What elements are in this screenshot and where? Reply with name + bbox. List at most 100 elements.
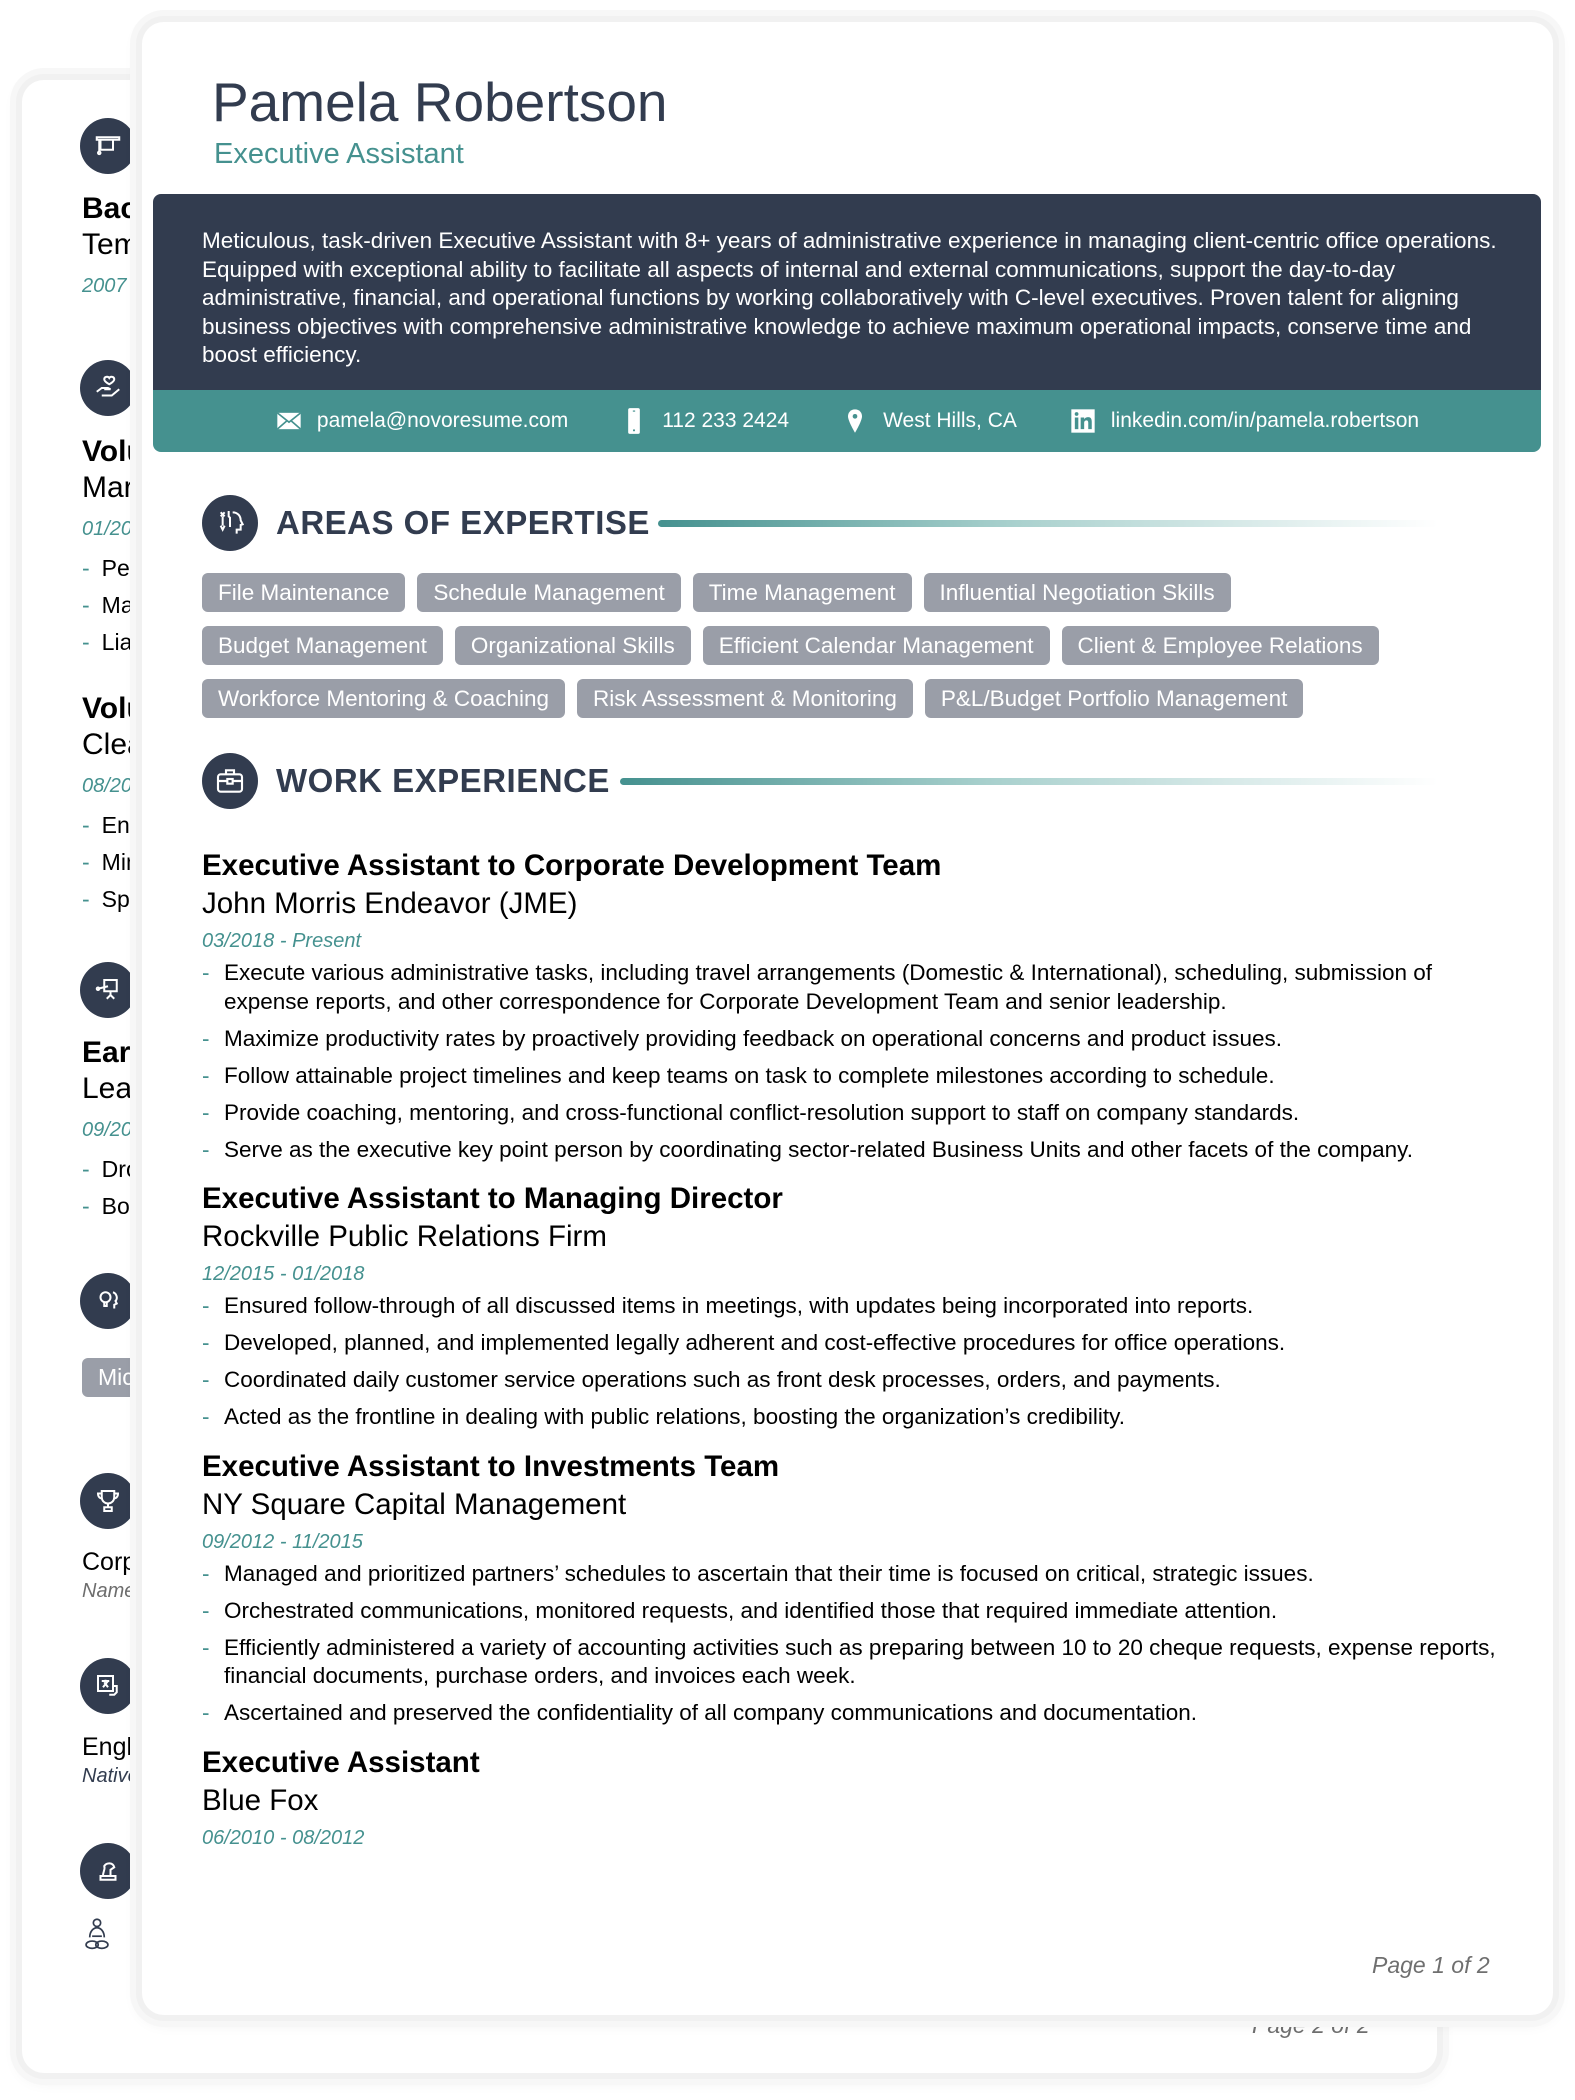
location-pin-icon <box>848 409 863 433</box>
graduation-cap-icon <box>80 118 136 174</box>
page-number: Page 2 of 2 <box>1252 2012 1370 2038</box>
job-bullet: - Provide coaching, mentoring, and cross-… <box>202 1099 1300 1125</box>
phone-icon <box>628 408 641 434</box>
job-bullet: - Execute various administrative tasks, i… <box>202 960 1433 1014</box>
envelope-icon <box>276 412 302 430</box>
skill-tag: Risk Assessment & Monitoring <box>577 679 913 718</box>
hand-heart-icon <box>80 360 136 416</box>
education-date: 2007 - <box>82 275 139 297</box>
job-bullet: - Developed, planned, and implemented leg… <box>202 1330 1286 1355</box>
job-bullet: - Serve as the executive key point person… <box>202 1136 1413 1162</box>
language-item: Englis <box>82 1733 151 1761</box>
job-company: Blue Fox <box>202 1783 319 1817</box>
volunteer-bullet: - Perf <box>82 555 144 581</box>
skill-tag: Workforce Mentoring & Coaching <box>202 679 565 718</box>
teaching-date: 09/20 <box>82 1119 133 1141</box>
candidate-name: Pamela Robertson <box>212 71 668 133</box>
skill-tag: Time Management <box>692 573 912 612</box>
volunteer-bullet: - Mai <box>82 592 139 618</box>
tag-row: Budget Management Organizational Skills … <box>202 626 1502 665</box>
interest-item: M <box>82 1918 149 1952</box>
skill-tag: Client & Employee Relations <box>1061 626 1379 665</box>
job-title: Executive Assistant to Managing Director <box>202 1182 783 1215</box>
briefcase-icon <box>202 753 258 809</box>
email-text: pamela@novoresume.com <box>316 409 569 432</box>
volunteer-date: 01/20 <box>82 518 133 540</box>
volunteer-date: 08/20 <box>82 775 133 797</box>
job-list: Executive Assistant to Corporate Develop… <box>202 847 1502 1872</box>
tools-head-icon <box>202 495 258 551</box>
tag-row: File Maintenance Schedule Management Tim… <box>202 573 1502 612</box>
job-date: 03/2018 - Present <box>202 930 361 952</box>
education-school: Tem <box>82 228 139 261</box>
expertise-divider <box>658 520 1438 527</box>
contact-linkedin[interactable]: linkedin.com/in/pamela.robertson <box>1069 407 1419 435</box>
job-entry: Executive Assistant Blue Fox 06/2010 - 0… <box>202 1744 1502 1856</box>
volunteer-bullet: - Liai <box>82 629 138 655</box>
skill-tag: Influential Negotiation Skills <box>923 573 1231 612</box>
teaching-bullet: - Drov <box>82 1156 151 1182</box>
linkedin-text: linkedin.com/in/pamela.robertson <box>1110 409 1420 432</box>
chess-knight-icon <box>80 1843 136 1899</box>
job-bullet: - Ascertained and preserved the confident… <box>202 1700 1198 1725</box>
contact-phone[interactable]: 112 233 2424 <box>620 407 789 435</box>
job-date: 09/2012 - 11/2015 <box>202 1530 363 1553</box>
job-bullet: - Maximize productivity rates by proactiv… <box>202 1025 1283 1051</box>
contact-location: West Hills, CA <box>841 407 1017 435</box>
summary-box: Meticulous, task-driven Executive Assist… <box>153 194 1541 390</box>
volunteer-title: Volu <box>82 692 145 725</box>
tag-row: Workforce Mentoring & Coaching Risk Asse… <box>202 679 1502 718</box>
meditation-icon <box>85 1918 109 1950</box>
job-bullet: - Managed and prioritized partners’ sched… <box>202 1560 1314 1586</box>
job-bullets: - Managed and prioritized partners’ sched… <box>202 1560 1502 1728</box>
lightbulb-head-icon <box>80 1273 136 1329</box>
award-item: Corpo <box>82 1548 151 1576</box>
job-company: Rockville Public Relations Firm <box>202 1220 607 1253</box>
job-entry: Executive Assistant to Corporate Develop… <box>202 847 1502 1164</box>
award-sub: Name <box>82 1580 136 1602</box>
job-bullets: - Ensured follow-through of all discussed… <box>202 1292 1502 1432</box>
phone-text: 112 233 2424 <box>662 409 790 432</box>
summary-text: Meticulous, task-driven Executive Assist… <box>202 228 1497 367</box>
job-bullet: - Efficiently administered a variety of a… <box>202 1634 1496 1689</box>
presentation-board-icon <box>80 962 136 1018</box>
job-entry: Executive Assistant to Investments Team … <box>202 1448 1502 1728</box>
job-bullet: - Orchestrated communications, monitored … <box>202 1597 1278 1623</box>
contact-bar: pamela@novoresume.com 112 233 2424 West … <box>153 390 1541 452</box>
work-divider <box>620 778 1438 785</box>
job-date: 12/2015 - 01/2018 <box>202 1263 365 1285</box>
volunteer-bullet: - Spe <box>82 886 143 912</box>
volunteer-title: Volu <box>82 435 145 468</box>
skill-tag: File Maintenance <box>202 573 406 612</box>
volunteer-org: Clea <box>82 728 144 761</box>
candidate-title: Executive Assistant <box>214 138 464 170</box>
job-bullet: - Ensured follow-through of all discussed… <box>202 1293 1254 1318</box>
job-bullets: - Execute various administrative tasks, i… <box>202 959 1502 1164</box>
work-heading: WORK EXPERIENCE <box>276 762 610 799</box>
volunteer-org: Mary <box>82 471 149 504</box>
trophy-icon <box>80 1473 136 1529</box>
language-icon <box>80 1658 136 1714</box>
job-bullet: - Acted as the frontline in dealing with … <box>202 1404 1125 1429</box>
skill-tag: Efficient Calendar Management <box>702 626 1050 665</box>
job-title: Executive Assistant to Corporate Develop… <box>202 849 942 882</box>
job-company: John Morris Endeavor (JME) <box>202 887 578 920</box>
volunteer-bullet: - Enf <box>82 812 137 838</box>
contact-email[interactable]: pamela@novoresume.com <box>275 407 568 435</box>
job-date: 06/2010 - 08/2012 <box>202 1826 365 1849</box>
expertise-heading: AREAS OF EXPERTISE <box>276 504 650 541</box>
page-number: Page 1 of 2 <box>1372 1952 1490 1978</box>
language-level: Native <box>82 1765 139 1787</box>
volunteer-bullet: - Min <box>82 849 139 875</box>
teaching-bullet: - Boo <box>82 1193 143 1219</box>
skill-tag: P&L/Budget Portfolio Management <box>924 679 1304 718</box>
skill-tag: Schedule Management <box>417 573 681 612</box>
expertise-section-header: AREAS OF EXPERTISE <box>202 495 650 551</box>
linkedin-icon <box>1071 409 1095 433</box>
teaching-org: Lear <box>82 1072 143 1105</box>
job-entry: Executive Assistant to Managing Director… <box>202 1180 1502 1432</box>
job-bullet: - Follow attainable project timelines and… <box>202 1062 1275 1088</box>
job-title: Executive Assistant <box>202 1745 480 1779</box>
job-company: NY Square Capital Management <box>202 1487 627 1521</box>
resume-page-1[interactable]: Pamela Robertson Executive Assistant Met… <box>142 22 1553 2015</box>
